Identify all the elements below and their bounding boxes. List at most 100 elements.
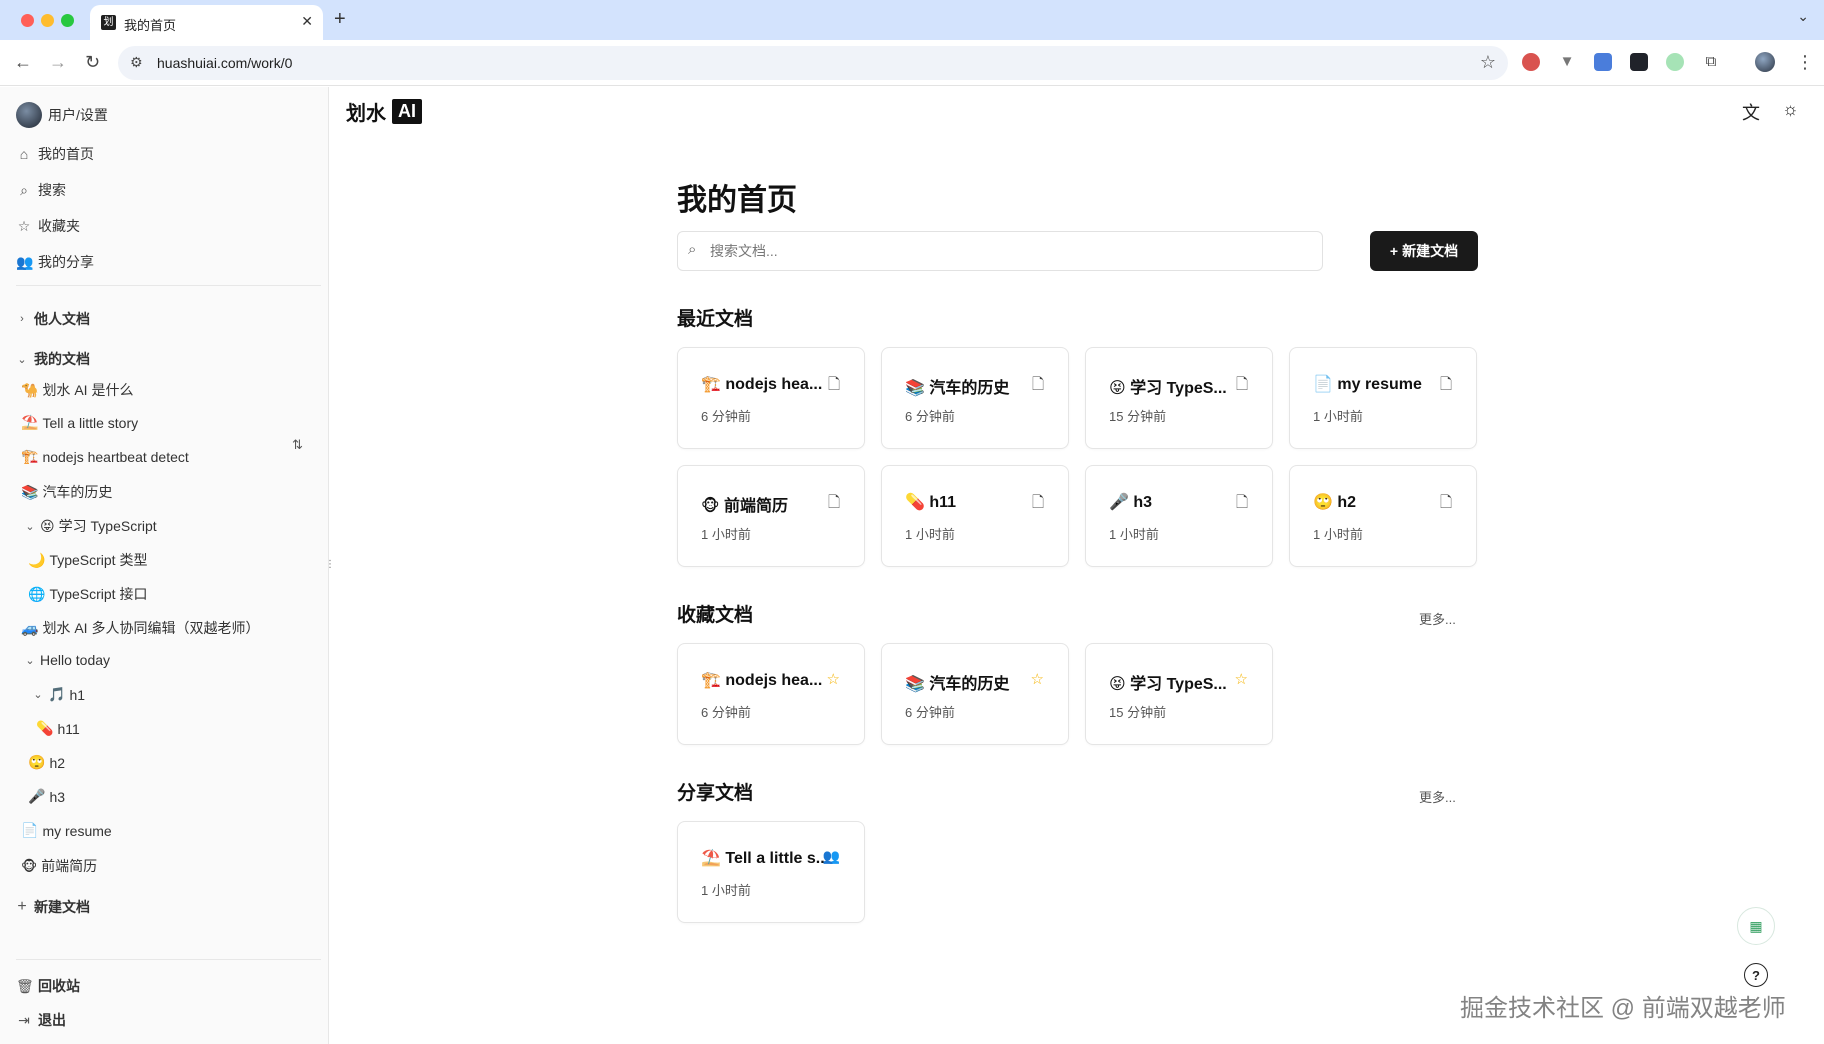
reload-icon[interactable]: ↻ xyxy=(85,52,100,73)
doc-search-input[interactable] xyxy=(710,241,1300,261)
tab-list-chevron-icon[interactable]: ⌄ xyxy=(1797,8,1809,25)
my-docs-toggle[interactable]: ⌄ 我的文档 xyxy=(16,349,90,369)
user-settings-item[interactable]: 用户/设置 xyxy=(16,102,108,128)
tree-item[interactable]: ⌄ Hello today xyxy=(24,652,110,668)
help-icon[interactable]: ? xyxy=(1744,963,1768,987)
sidebar-item-search[interactable]: ⌕ 搜索 xyxy=(16,180,66,200)
tree-item[interactable]: 🐪 划水 AI 是什么 xyxy=(21,380,133,400)
card-time: 6 分钟前 xyxy=(905,705,955,720)
chevron-down-icon: ⌄ xyxy=(17,353,27,366)
card-title: 🙄 h2 xyxy=(1313,494,1357,511)
tree-item[interactable]: 🚙 划水 AI 多人协同编辑（双越老师） xyxy=(21,618,259,638)
sidebar-item-trash[interactable]: 🗑 回收站 xyxy=(16,976,80,996)
url-text[interactable]: huashuiai.com/work/0 xyxy=(157,55,292,71)
recent-doc-card[interactable]: 💊 h11 🗋 1 小时前 xyxy=(881,465,1069,567)
star-icon[interactable]: ☆ xyxy=(1031,670,1044,688)
favorite-doc-card[interactable]: 📚 汽车的历史 ☆ 6 分钟前 xyxy=(881,643,1069,745)
others-docs-toggle[interactable]: › 他人文档 xyxy=(16,309,90,329)
card-time: 1 小时前 xyxy=(1313,409,1363,424)
tree-item[interactable]: 📄 my resume xyxy=(21,822,112,839)
app-logo[interactable]: 划水 AI xyxy=(346,97,422,126)
tree-item[interactable]: 💊 h11 xyxy=(36,720,80,737)
tree-item[interactable]: 🎤 h3 xyxy=(28,788,65,805)
sidebar-item-shares[interactable]: 👥 我的分享 xyxy=(16,252,94,272)
forward-arrow-icon[interactable]: → xyxy=(49,52,67,73)
card-title: 🏗️ nodejs hea... xyxy=(701,376,823,393)
tree-item[interactable]: ⌄ 😝 学习 TypeScript xyxy=(24,516,156,536)
language-icon[interactable]: 文 xyxy=(1742,99,1760,125)
star-icon: ☆ xyxy=(17,217,31,234)
avatar xyxy=(16,102,42,128)
tab-title: 我的首页 xyxy=(124,18,177,33)
sidebar-item-label: 收藏夹 xyxy=(38,218,80,234)
card-time: 15 分钟前 xyxy=(1109,409,1167,424)
recent-doc-card[interactable]: 😝 学习 TypeS... 🗋 15 分钟前 xyxy=(1085,347,1273,449)
tree-item[interactable]: 🙄 h2 xyxy=(28,754,65,771)
extension-translate-icon[interactable] xyxy=(1594,53,1612,71)
recent-doc-card[interactable]: 📚 汽车的历史 🗋 6 分钟前 xyxy=(881,347,1069,449)
theme-sun-icon[interactable]: ☼ xyxy=(1782,99,1799,120)
extension-green-icon[interactable] xyxy=(1666,53,1684,71)
document-icon: 🗋 xyxy=(1439,494,1452,511)
doc-emoji: 🚙 xyxy=(21,619,39,636)
tree-item[interactable]: ⌄ 🎵 h1 xyxy=(32,686,85,703)
zoom-window-button[interactable] xyxy=(61,14,74,27)
card-time: 6 分钟前 xyxy=(905,409,955,424)
favorites-more-link[interactable]: 更多... xyxy=(1419,609,1456,628)
doc-emoji: 😝 xyxy=(40,517,55,534)
back-arrow-icon[interactable]: ← xyxy=(14,52,32,73)
site-info-icon[interactable]: ⚙ xyxy=(130,54,143,71)
sidebar-item-logout[interactable]: ⇥ 退出 xyxy=(16,1010,66,1030)
new-doc-button[interactable]: + 新建文档 xyxy=(1370,231,1478,271)
doc-search-box[interactable]: ⌕ xyxy=(677,231,1323,271)
chevron-down-icon[interactable]: ⌄ xyxy=(24,520,36,533)
sidebar-item-favorites[interactable]: ☆ 收藏夹 xyxy=(16,216,80,236)
sort-icon[interactable]: ⇅ xyxy=(292,437,303,453)
tree-item[interactable]: 📚 汽车的历史 xyxy=(21,482,112,502)
bookmark-star-icon[interactable]: ☆ xyxy=(1480,52,1496,73)
recent-doc-card[interactable]: 🎤 h3 🗋 1 小时前 xyxy=(1085,465,1273,567)
qr-code-icon[interactable]: ▦ xyxy=(1737,907,1775,945)
browser-menu-icon[interactable]: ⋮ xyxy=(1796,52,1814,73)
star-icon[interactable]: ☆ xyxy=(827,670,840,688)
tree-item[interactable]: 🌐 TypeScript 接口 xyxy=(28,584,147,604)
extension-red-icon[interactable] xyxy=(1522,53,1540,71)
close-window-button[interactable] xyxy=(21,14,34,27)
url-omnibox[interactable]: ⚙ huashuiai.com/work/0 ☆ xyxy=(118,46,1508,80)
tab-close-icon[interactable]: ✕ xyxy=(301,13,313,30)
sidebar-new-doc-button[interactable]: + 新建文档 xyxy=(16,897,90,917)
sidebar-item-home[interactable]: ⌂ 我的首页 xyxy=(16,144,94,164)
recent-doc-card[interactable]: 🐵 前端简历 🗋 1 小时前 xyxy=(677,465,865,567)
favorite-doc-card[interactable]: 🏗️ nodejs hea... ☆ 6 分钟前 xyxy=(677,643,865,745)
recent-doc-card[interactable]: 🙄 h2 🗋 1 小时前 xyxy=(1289,465,1477,567)
doc-label: h2 xyxy=(49,754,66,771)
shared-doc-card[interactable]: ⛱️ Tell a little s... 👥 1 小时前 xyxy=(677,821,865,923)
doc-label: 汽车的历史 xyxy=(42,484,113,500)
extension-vue-icon[interactable]: ▼ xyxy=(1558,53,1576,71)
tree-item[interactable]: 🏗️ nodejs heartbeat detect xyxy=(21,448,189,465)
card-time: 1 小时前 xyxy=(1313,527,1363,542)
extension-react-icon[interactable] xyxy=(1630,53,1648,71)
chevron-down-icon[interactable]: ⌄ xyxy=(32,688,44,701)
browser-tab-active[interactable]: 划 我的首页 ✕ xyxy=(90,5,323,40)
star-icon[interactable]: ☆ xyxy=(1235,670,1248,688)
card-title: 🎤 h3 xyxy=(1109,494,1153,511)
new-tab-icon[interactable]: + xyxy=(334,8,346,31)
tree-item[interactable]: 🌙 TypeScript 类型 xyxy=(28,550,147,570)
shared-more-link[interactable]: 更多... xyxy=(1419,787,1456,806)
favorite-doc-card[interactable]: 😝 学习 TypeS... ☆ 15 分钟前 xyxy=(1085,643,1273,745)
document-icon: 🗋 xyxy=(1235,494,1248,511)
extensions-puzzle-icon[interactable]: ⧉ xyxy=(1702,53,1720,71)
new-doc-label: 新建文档 xyxy=(34,899,90,915)
document-icon: 🗋 xyxy=(1031,494,1044,511)
document-icon: 🗋 xyxy=(1439,376,1452,393)
chevron-down-icon[interactable]: ⌄ xyxy=(24,654,36,667)
minimize-window-button[interactable] xyxy=(41,14,54,27)
recent-doc-card[interactable]: 📄 my resume 🗋 1 小时前 xyxy=(1289,347,1477,449)
tree-item[interactable]: ⛱️ Tell a little story xyxy=(21,414,138,431)
tree-item[interactable]: 🐵 前端简历 xyxy=(21,856,97,876)
profile-avatar[interactable] xyxy=(1755,52,1775,72)
search-icon: ⌕ xyxy=(688,241,697,258)
page-title: 我的首页 xyxy=(677,184,797,217)
recent-doc-card[interactable]: 🏗️ nodejs hea... 🗋 6 分钟前 xyxy=(677,347,865,449)
